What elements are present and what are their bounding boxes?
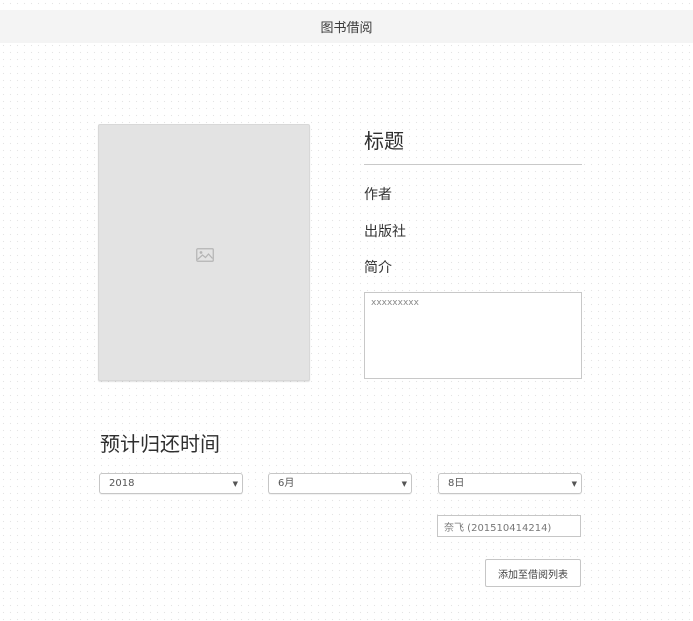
month-select[interactable]: 6月 ▼ (268, 473, 412, 494)
caret-down-icon: ▼ (571, 480, 577, 488)
summary-textarea[interactable]: xxxxxxxxx (364, 292, 582, 379)
book-cover-placeholder (98, 124, 310, 381)
page-title: 图书借阅 (320, 21, 373, 36)
summary-label: 简介 (364, 260, 392, 276)
year-select-value: 2018 (109, 478, 135, 489)
day-select-value: 8日 (448, 478, 465, 489)
year-select[interactable]: 2018 ▼ (99, 473, 243, 494)
caret-down-icon: ▼ (401, 480, 407, 488)
app-header: 图书借阅 (0, 10, 693, 43)
caret-down-icon: ▼ (232, 480, 238, 488)
borrower-input[interactable] (437, 515, 581, 537)
return-date-title: 预计归还时间 (100, 432, 220, 456)
book-title: 标题 (364, 128, 582, 165)
author-label: 作者 (364, 187, 392, 203)
publisher-label: 出版社 (364, 224, 406, 240)
image-placeholder-icon (196, 248, 214, 262)
day-select[interactable]: 8日 ▼ (438, 473, 582, 494)
add-to-borrow-list-button[interactable]: 添加至借阅列表 (485, 559, 581, 587)
month-select-value: 6月 (278, 478, 295, 489)
